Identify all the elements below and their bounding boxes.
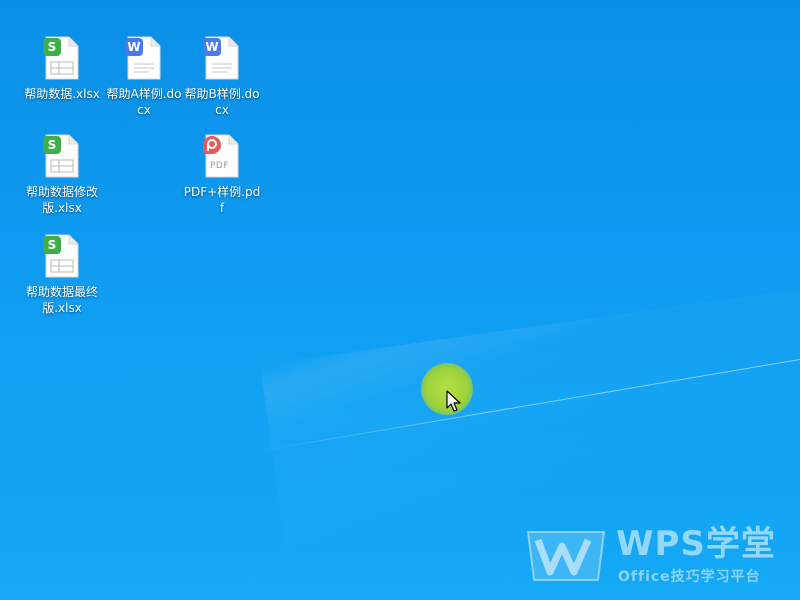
desktop-icon-help-data-final-xlsx[interactable]: S 帮助数据最终版.xlsx [20, 234, 104, 316]
wps-pdf-icon: PDF [203, 134, 239, 178]
desktop-icon-help-b-docx[interactable]: W 帮助B样例.docx [180, 36, 264, 118]
icon-label: 帮助数据最终版.xlsx [25, 285, 98, 315]
wps-spreadsheet-icon: S [43, 36, 79, 80]
file-badge: W [203, 38, 221, 56]
icon-label: 帮助数据.xlsx [24, 87, 100, 101]
icon-label: 帮助A样例.docx [106, 87, 182, 117]
desktop-icon-help-a-docx[interactable]: W 帮助A样例.docx [102, 36, 186, 118]
icon-label: 帮助B样例.docx [184, 87, 260, 117]
wps-spreadsheet-icon: S [43, 134, 79, 178]
file-badge: S [43, 136, 61, 154]
icon-label: 帮助数据修改版.xlsx [25, 185, 98, 215]
wps-writer-icon: W [203, 36, 239, 80]
wps-spreadsheet-icon: S [43, 234, 79, 278]
desktop-icon-help-data-xlsx[interactable]: S 帮助数据.xlsx [20, 36, 104, 102]
file-badge: S [43, 38, 61, 56]
wps-watermark: WPS学堂 Office技巧学习平台 [524, 524, 784, 588]
pdf-badge-icon [203, 136, 221, 154]
file-badge: W [125, 38, 143, 56]
icon-label: PDF+样例.pdf [183, 185, 261, 215]
wallpaper-light-line [249, 348, 800, 453]
watermark-subtitle: Office技巧学习平台 [618, 569, 761, 585]
mouse-pointer-icon [446, 390, 462, 419]
pdf-file-mark: PDF [210, 161, 230, 171]
desktop-icon-help-data-revised-xlsx[interactable]: S 帮助数据修改版.xlsx [20, 134, 104, 216]
desktop-icon-pdf-sample[interactable]: PDF PDF+样例.pdf [180, 134, 264, 216]
wps-writer-icon: W [125, 36, 161, 80]
watermark-title: WPS学堂 [616, 524, 776, 564]
file-badge: S [43, 236, 61, 254]
desktop[interactable]: S 帮助数据.xlsx W 帮助A样例.docx W 帮助B样例.docx S … [0, 0, 800, 600]
wps-logo-icon [524, 526, 608, 591]
